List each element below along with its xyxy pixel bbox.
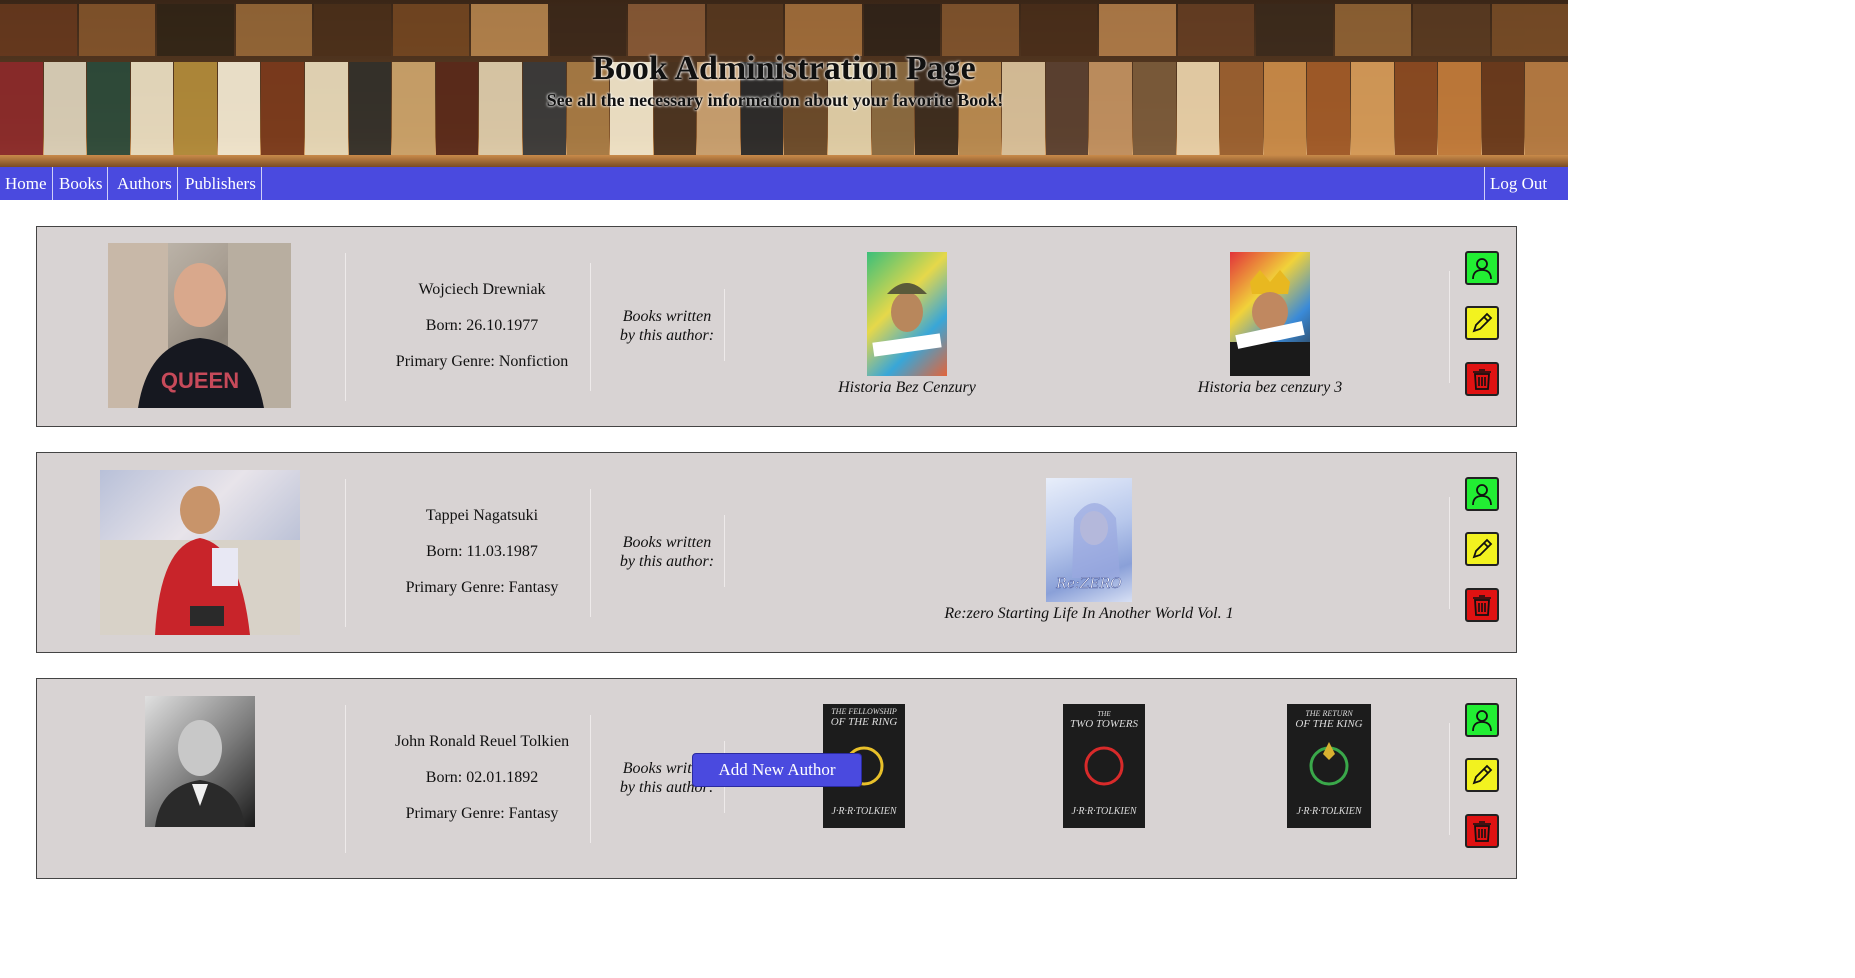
book-cover-title-2: OF THE RING (831, 716, 898, 728)
person-icon (1472, 710, 1492, 732)
nav-publishers[interactable]: Publishers (180, 167, 262, 200)
books-written-line-2: by this author: (619, 327, 715, 344)
delete-author-button[interactable] (1465, 814, 1499, 848)
book-item[interactable]: THE RETURN OF THE KING J·R·R·TOLKIEN (1287, 704, 1371, 828)
delete-author-button[interactable] (1465, 588, 1499, 622)
book-cover[interactable]: Re:ZERO (1046, 478, 1132, 602)
author-photo (100, 470, 300, 635)
book-title: Historia Bez Cenzury (838, 379, 976, 396)
author-photo (145, 696, 255, 827)
author-born: Born: 26.10.1977 (425, 317, 539, 334)
books-written-label: Books written by this author: (612, 533, 722, 571)
add-new-author-button[interactable]: Add New Author (692, 753, 862, 787)
pencil-icon (1472, 538, 1493, 559)
logout-button[interactable]: Log Out (1484, 167, 1552, 200)
book-cover[interactable] (867, 252, 947, 376)
edit-author-button[interactable] (1465, 306, 1499, 340)
books-written-label: Books written by this author: (612, 307, 722, 345)
card-divider (590, 489, 591, 617)
delete-author-button[interactable] (1465, 362, 1499, 396)
book-cover-art: THE TWO TOWERS J·R·R·TOLKIEN (1070, 710, 1138, 817)
author-card: Tappei Nagatsuki Born: 11.03.1987 Primar… (36, 452, 1517, 653)
person-icon (1472, 258, 1492, 280)
card-divider (345, 253, 346, 401)
author-name: Wojciech Drewniak (418, 281, 546, 298)
header-banner: Book Administration Page See all the nec… (0, 0, 1568, 167)
card-divider (345, 705, 346, 853)
book-cover[interactable] (1230, 252, 1310, 376)
author-photo-illustration (100, 486, 300, 635)
card-divider (1449, 271, 1450, 383)
book-cover-title-2: OF THE KING (1295, 718, 1362, 730)
book-cover-title-1: THE (1097, 710, 1111, 718)
books-written-line-1: Books written (622, 308, 712, 325)
card-divider (724, 515, 725, 587)
author-born: Born: 11.03.1987 (426, 543, 538, 560)
book-cover-author: J·R·R·TOLKIEN (831, 806, 897, 817)
book-cover-title-1: THE FELLOWSHIP (831, 707, 897, 716)
page-subtitle: See all the necessary information about … (546, 90, 1004, 110)
author-photo: QUEEN (108, 243, 291, 408)
book-cover-author: J·R·R·TOLKIEN (1296, 806, 1362, 817)
book-title: Historia bez cenzury 3 (1197, 379, 1343, 396)
nav-books[interactable]: Books (54, 167, 109, 200)
book-cover[interactable]: THE RETURN OF THE KING J·R·R·TOLKIEN (1287, 704, 1371, 828)
author-info: Wojciech Drewniak Born: 26.10.1977 Prima… (387, 272, 577, 380)
author-info: John Ronald Reuel Tolkien Born: 02.01.18… (387, 724, 577, 832)
pencil-icon (1472, 764, 1493, 785)
author-name: Tappei Nagatsuki (425, 507, 539, 524)
card-divider (590, 715, 591, 843)
author-born: Born: 02.01.1892 (425, 769, 539, 786)
book-cover[interactable]: THE TWO TOWERS J·R·R·TOLKIEN (1063, 704, 1145, 828)
trash-icon (1473, 821, 1491, 842)
nav-bar: Home Books Authors Publishers Log Out (0, 167, 1568, 200)
card-divider (1449, 723, 1450, 835)
book-cover-art (1230, 270, 1310, 376)
books-written-line-1: Books written (622, 534, 712, 551)
pencil-icon (1472, 312, 1493, 333)
card-divider (590, 263, 591, 391)
svg-text:QUEEN: QUEEN (161, 368, 239, 393)
view-author-button[interactable] (1465, 703, 1499, 737)
person-icon (1472, 484, 1492, 506)
book-cover-title-2: TWO TOWERS (1070, 718, 1138, 730)
card-divider (724, 289, 725, 361)
author-genre: Primary Genre: Fantasy (405, 579, 559, 596)
book-cover-author: J·R·R·TOLKIEN (1071, 806, 1137, 817)
edit-author-button[interactable] (1465, 532, 1499, 566)
book-item[interactable]: THE TWO TOWERS J·R·R·TOLKIEN (1063, 704, 1145, 828)
nav-authors[interactable]: Authors (112, 167, 178, 200)
book-cover-text: Re:ZERO (1055, 576, 1122, 592)
author-card: QUEEN Wojciech Drewniak Born: 26.10.1977… (36, 226, 1517, 427)
author-genre: Primary Genre: Nonfiction (395, 353, 569, 370)
card-divider (345, 479, 346, 627)
author-photo-illustration: QUEEN (108, 243, 291, 408)
page-title: Book Administration Page (592, 50, 976, 87)
author-name: John Ronald Reuel Tolkien (394, 733, 570, 750)
author-photo-illustration (155, 720, 245, 827)
book-item[interactable]: Re:ZERO Re:zero Starting Life In Another… (909, 478, 1269, 623)
bookshelf-image-top (0, 4, 1568, 56)
book-cover-art: THE RETURN OF THE KING J·R·R·TOLKIEN (1295, 709, 1362, 817)
trash-icon (1473, 595, 1491, 616)
book-cover-art (872, 283, 942, 357)
shelf-board (0, 155, 1568, 167)
card-divider (1449, 497, 1450, 609)
nav-home[interactable]: Home (0, 167, 53, 200)
books-written-line-2: by this author: (619, 553, 715, 570)
author-genre: Primary Genre: Fantasy (405, 805, 559, 822)
view-author-button[interactable] (1465, 477, 1499, 511)
book-item[interactable]: Historia Bez Cenzury (807, 252, 1007, 397)
book-item[interactable]: Historia bez cenzury 3 (1170, 252, 1370, 397)
book-title: Re:zero Starting Life In Another World V… (944, 605, 1234, 622)
edit-author-button[interactable] (1465, 758, 1499, 792)
book-cover-art: Re:ZERO (1055, 503, 1123, 592)
author-info: Tappei Nagatsuki Born: 11.03.1987 Primar… (387, 498, 577, 606)
book-cover-title-1: THE RETURN (1305, 709, 1353, 718)
view-author-button[interactable] (1465, 251, 1499, 285)
trash-icon (1473, 369, 1491, 390)
